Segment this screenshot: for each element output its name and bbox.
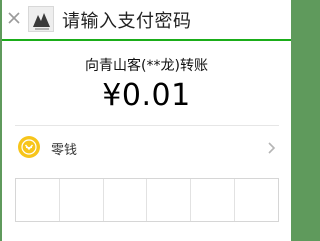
close-icon[interactable]	[6, 10, 22, 26]
transfer-amount: ¥0.01	[102, 78, 191, 113]
password-input[interactable]	[15, 178, 279, 222]
transfer-recipient: 向青山客(**龙)转账	[85, 58, 208, 74]
password-digit-cell[interactable]	[147, 179, 192, 221]
payment-method-label: 零钱	[51, 143, 78, 158]
payment-method-row[interactable]: 零钱	[15, 131, 279, 165]
coin-icon	[18, 136, 40, 158]
payment-password-dialog: 请输入支付密码 向青山客(**龙)转账 ¥0.01 零钱	[2, 0, 291, 241]
password-digit-cell[interactable]	[60, 179, 104, 221]
section-divider	[15, 125, 279, 126]
password-digit-cell[interactable]	[104, 179, 148, 221]
password-digit-cell[interactable]	[235, 179, 278, 221]
password-digit-cell[interactable]	[191, 179, 236, 221]
avatar	[28, 6, 54, 32]
header-divider	[2, 39, 291, 41]
chevron-right-icon	[267, 140, 277, 154]
dialog-header: 请输入支付密码	[2, 0, 291, 38]
dialog-title: 请输入支付密码	[62, 11, 192, 32]
password-digit-cell[interactable]	[16, 179, 60, 221]
